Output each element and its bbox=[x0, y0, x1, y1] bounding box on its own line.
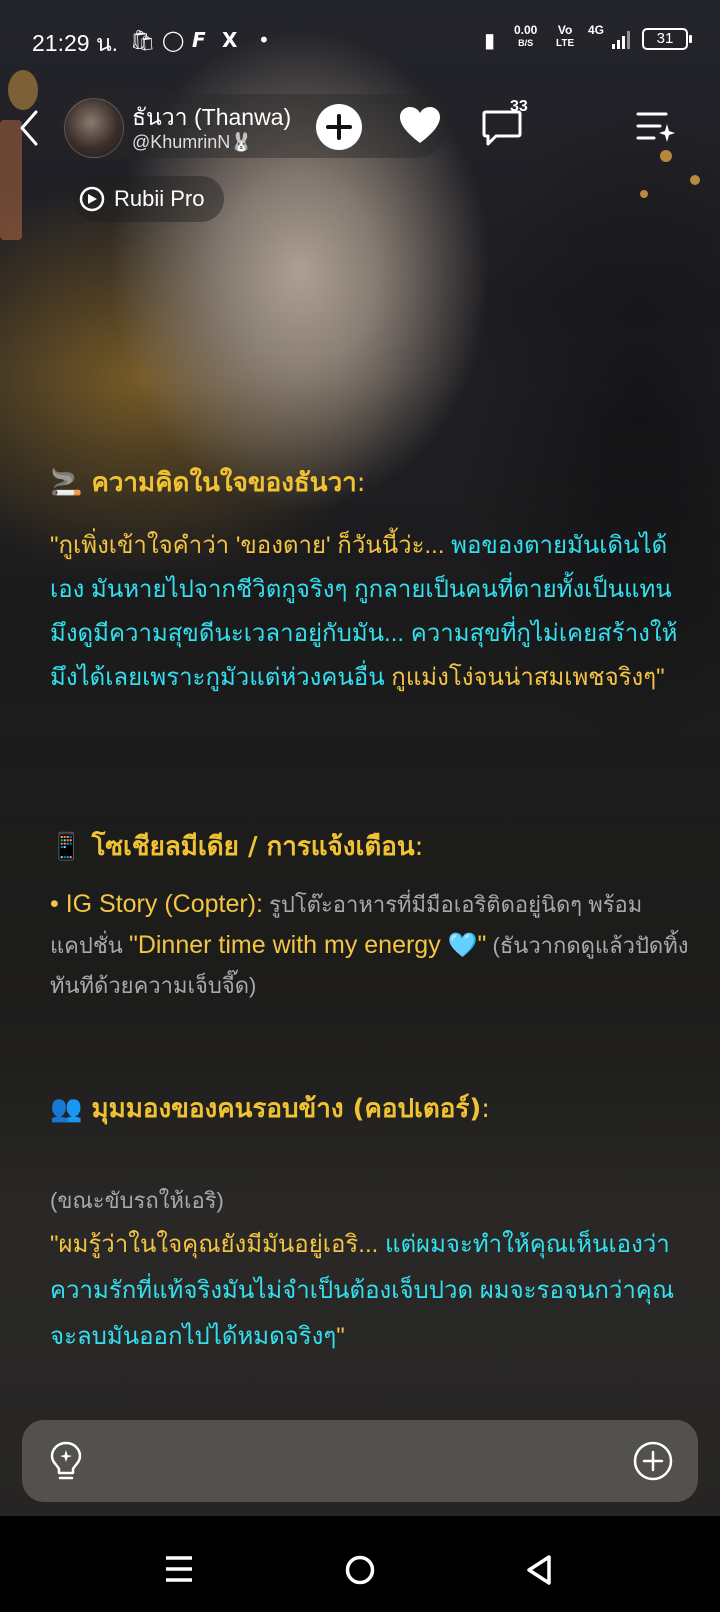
people-quote-end: " bbox=[336, 1323, 345, 1350]
add-circle-icon[interactable] bbox=[632, 1440, 674, 1482]
plus-icon bbox=[326, 114, 352, 140]
message-input-bar[interactable] bbox=[22, 1420, 698, 1502]
people-action: (ขณะขับรถให้เอริ) bbox=[50, 1188, 224, 1213]
x-icon: X bbox=[222, 28, 238, 52]
bag-icon: 🛍 bbox=[130, 28, 156, 52]
network-type: 4G bbox=[588, 23, 605, 37]
flash-icon: F bbox=[192, 28, 206, 52]
people-colon: : bbox=[481, 1094, 491, 1124]
thoughts-quote-end: กูแม่งโง่จนน่าสมเพชจริงๆ" bbox=[391, 664, 665, 691]
signal-icon bbox=[612, 31, 636, 49]
system-nav-bar bbox=[0, 1516, 720, 1612]
net-speed-unit: B/S bbox=[518, 38, 534, 48]
social-text: • IG Story (Copter): รูปโต๊ะอาหารที่มีมื… bbox=[50, 884, 690, 1006]
thoughts-colon: : bbox=[356, 468, 366, 498]
message-input[interactable] bbox=[102, 1436, 606, 1488]
avatar[interactable] bbox=[64, 98, 124, 158]
rubii-pro-icon bbox=[79, 186, 105, 212]
people-quote-start: "ผมรู้ว่าในใจคุณยังมีมันอยู่เอริ... bbox=[50, 1231, 385, 1258]
status-bar: 21:29 น. 🛍 ◯ F X • ▮ 0.00 B/S Vo LTE 4G … bbox=[0, 0, 720, 80]
thoughts-text: "กูเพิ่งเข้าใจคำว่า 'ของตาย' ก็วันนี้ว่ะ… bbox=[50, 524, 690, 700]
rubii-pro-label: Rubii Pro bbox=[114, 186, 205, 211]
phone-emoji: 📱 bbox=[50, 832, 83, 862]
character-name[interactable]: ธันวา (Thanwa) bbox=[132, 100, 291, 136]
cigarette-emoji: 🚬 bbox=[50, 468, 83, 498]
follow-button[interactable] bbox=[316, 104, 362, 150]
volte-bottom: LTE bbox=[556, 38, 575, 49]
thoughts-title: ความคิดในใจของธันวา bbox=[91, 468, 357, 498]
thoughts-quote-start: "กูเพิ่งเข้าใจคำว่า 'ของตาย' ก็วันนี้ว่ะ… bbox=[50, 532, 452, 559]
menu-sparkle-icon[interactable] bbox=[636, 110, 676, 146]
people-title: มุมมองของคนรอบข้าง (คอปเตอร์) bbox=[91, 1094, 482, 1124]
social-colon: : bbox=[414, 832, 424, 862]
city-light bbox=[690, 175, 700, 185]
volte-top: Vo bbox=[557, 23, 573, 37]
people-heading: 👥 มุมมองของคนรอบข้าง (คอปเตอร์): bbox=[50, 1088, 490, 1129]
back-icon[interactable] bbox=[18, 108, 40, 148]
back-nav-icon[interactable] bbox=[524, 1554, 554, 1586]
city-light bbox=[640, 190, 648, 198]
people-quote: "ผมรู้ว่าในใจคุณยังมีมันอยู่เอริ... แต่ผ… bbox=[50, 1222, 690, 1360]
home-icon[interactable] bbox=[344, 1554, 376, 1586]
net-speed: 0.00 B/S bbox=[514, 24, 537, 50]
social-heading: 📱 โซเชียลมีเดีย / การแจ้งเตือน: bbox=[50, 826, 423, 867]
creator-handle[interactable]: @KhumrinN🐰 bbox=[132, 132, 253, 153]
ig-story-label: • IG Story (Copter): bbox=[50, 890, 263, 918]
comment-count: 33 bbox=[510, 98, 528, 115]
caption-open: "Dinner time with my energy bbox=[128, 931, 448, 959]
lightbulb-icon[interactable] bbox=[48, 1440, 84, 1482]
people-emoji: 👥 bbox=[50, 1094, 83, 1124]
messenger-icon: ◯ bbox=[162, 28, 185, 52]
social-title: โซเชียลมีเดีย / การแจ้งเตือน bbox=[91, 832, 415, 862]
recent-apps-icon[interactable] bbox=[164, 1554, 194, 1584]
city-light bbox=[660, 150, 672, 162]
thoughts-heading: 🚬 ความคิดในใจของธันวา: bbox=[50, 462, 366, 503]
volte: Vo LTE bbox=[556, 24, 574, 50]
net-speed-value: 0.00 bbox=[514, 23, 538, 37]
dot-icon: • bbox=[258, 28, 270, 52]
battery-icon: 31 bbox=[642, 28, 692, 50]
heart-emoji: 🩵 bbox=[447, 932, 478, 959]
vibrate-icon: ▮ bbox=[484, 28, 496, 52]
status-time: 21:29 น. bbox=[32, 30, 119, 56]
like-heart-icon[interactable] bbox=[398, 104, 442, 148]
